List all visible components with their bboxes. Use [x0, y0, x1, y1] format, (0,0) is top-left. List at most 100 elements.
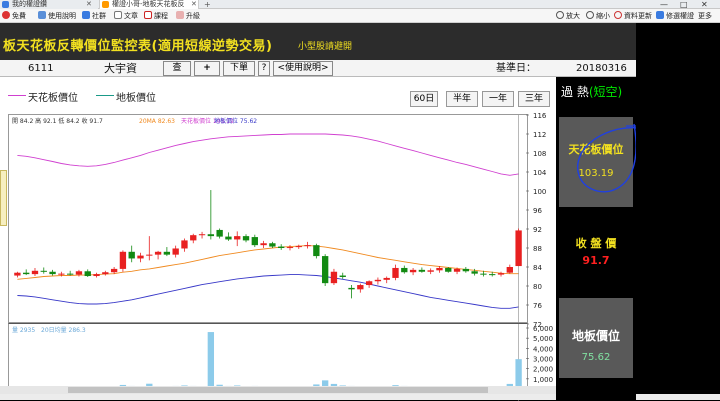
query-button[interactable]: 查 — [163, 61, 191, 76]
order-button[interactable]: 下單 — [223, 61, 255, 76]
candle-up — [286, 247, 294, 249]
overheat-highlight: (短空) — [588, 85, 623, 99]
candle-up — [102, 272, 109, 275]
free-button[interactable]: 免費 — [2, 11, 26, 21]
ma20-line — [17, 245, 519, 280]
help-question-button[interactable]: ? — [258, 61, 270, 76]
candle-up — [260, 243, 267, 246]
candle-down — [40, 270, 47, 272]
zoom-out-button[interactable]: 縮小 — [586, 11, 610, 21]
price-tick-label: 100 — [533, 188, 546, 196]
add-button[interactable]: + — [194, 61, 220, 76]
price-chart: 開 84.2 高 92.1 低 84.2 收 91.7 20MA 82.63 天… — [8, 112, 547, 329]
community-button[interactable]: 社群 — [82, 11, 106, 21]
articles-button[interactable]: 文章 — [114, 11, 138, 21]
candle-up — [515, 230, 522, 267]
candle-up — [31, 270, 39, 275]
candle-down — [445, 267, 452, 272]
candle-up — [427, 270, 434, 272]
filter-warrant-button[interactable]: 修選權證 — [656, 11, 694, 21]
candle-down — [225, 236, 232, 240]
close-value: 91.7 — [582, 254, 610, 267]
period-three-year-button[interactable]: 三年 — [518, 91, 550, 107]
price-tick-label: 108 — [533, 150, 546, 158]
ma20-text: 20MA 82.63 — [139, 118, 175, 125]
close-tab-icon[interactable]: ✕ — [191, 0, 197, 9]
stock-code-input[interactable]: 6111 — [28, 61, 88, 76]
candle-up — [295, 246, 302, 248]
close-window-icon[interactable]: ✕ — [701, 0, 708, 9]
app-toolbar: 免費 使用說明 社群 文章 課程 升級 放大 縮小 資料更新 修選權證 更多 — [0, 9, 720, 23]
guide-button[interactable]: <使用說明> — [273, 61, 333, 76]
candle-up — [14, 272, 21, 276]
ceiling-value: 103.19 — [578, 168, 614, 179]
new-tab-icon[interactable]: + — [204, 0, 211, 9]
candle-up — [365, 281, 373, 286]
candle-up — [119, 251, 127, 269]
candle-down — [242, 236, 250, 241]
candle-up — [453, 268, 461, 272]
zoom-in-button[interactable]: 放大 — [556, 11, 580, 21]
browser-tab-1[interactable]: 我的權證鑽 — [0, 0, 98, 9]
candle-down — [163, 251, 171, 255]
candle-up — [172, 248, 179, 255]
video-icon — [144, 11, 152, 19]
page-subtitle: 小型股請避開 — [298, 42, 353, 52]
volume-tick-label: 1,000 — [533, 376, 553, 384]
upgrade-button[interactable]: 升級 — [176, 11, 200, 21]
refresh-button[interactable]: 資料更新 — [614, 11, 652, 21]
candle-down — [66, 273, 74, 275]
candle-up — [392, 267, 399, 278]
candle-down — [216, 229, 223, 237]
horizontal-scrollbar[interactable] — [0, 386, 556, 394]
price-tick-label: 76 — [533, 302, 542, 310]
scrollbar-thumb[interactable] — [68, 387, 488, 393]
close-tab-icon[interactable]: ✕ — [86, 0, 92, 9]
candle-down — [84, 271, 91, 277]
candle-up — [506, 267, 513, 273]
price-tick-label: 84 — [533, 264, 542, 272]
ceiling-legend-label: 天花板價位 — [28, 93, 78, 104]
candle-down — [207, 234, 215, 237]
period-one-year-button[interactable]: 一年 — [482, 91, 514, 107]
more-button[interactable]: 更多 — [698, 11, 712, 21]
candle-up — [181, 240, 188, 249]
browser-tab-2[interactable]: 權證小哥-地板天花板反 — [99, 0, 199, 9]
candle-down — [269, 243, 276, 247]
help-button[interactable]: 使用說明 — [38, 11, 76, 21]
maximize-icon[interactable]: □ — [680, 0, 688, 9]
tab-label: 權證小哥-地板天花板反 — [112, 0, 185, 8]
period-half-year-button[interactable]: 半年 — [446, 91, 478, 107]
candle-down — [489, 274, 496, 276]
floor-text: 地板價位 75.62 — [214, 117, 257, 125]
signal-panel: 過 熱(短空) 天花板價位 103.19 收 盤 價 91.7 地板價位 75.… — [556, 77, 636, 400]
page-title: 板天花板反轉價位監控表(適用短線逆勢交易) — [3, 39, 273, 54]
minimize-icon[interactable]: — — [660, 0, 668, 9]
floor-value: 75.62 — [581, 352, 611, 363]
zoom-in-icon — [556, 11, 564, 19]
ceiling-legend-line — [8, 95, 26, 96]
volume-tick-label: 3,000 — [533, 356, 553, 364]
doc-icon — [114, 11, 122, 19]
upgrade-icon — [176, 11, 184, 19]
candle-down — [321, 256, 329, 284]
candle-up — [234, 236, 241, 240]
period-60d-button[interactable]: 60日 — [410, 91, 438, 107]
candle-up — [146, 254, 153, 256]
floor-legend-label: 地板價位 — [116, 93, 156, 104]
stock-name: 大宇資 — [104, 62, 137, 75]
candle-up — [383, 277, 390, 280]
candle-down — [128, 251, 135, 259]
price-chart-svg: 開 84.2 高 92.1 低 84.2 收 91.7 20MA 82.63 天… — [12, 112, 547, 329]
volume-bar — [207, 332, 215, 389]
candle-down — [49, 271, 56, 275]
ohlc-text: 開 84.2 高 92.1 低 84.2 收 91.7 — [12, 117, 103, 125]
right-blank-area — [636, 23, 720, 394]
filter-icon — [656, 11, 664, 19]
price-tick-label: 96 — [533, 207, 542, 215]
courses-button[interactable]: 課程 — [144, 11, 168, 21]
candle-down — [278, 246, 285, 248]
base-date-value: 20180316 — [576, 63, 627, 74]
candle-up — [190, 235, 197, 241]
side-drawer-tab[interactable] — [0, 170, 7, 226]
